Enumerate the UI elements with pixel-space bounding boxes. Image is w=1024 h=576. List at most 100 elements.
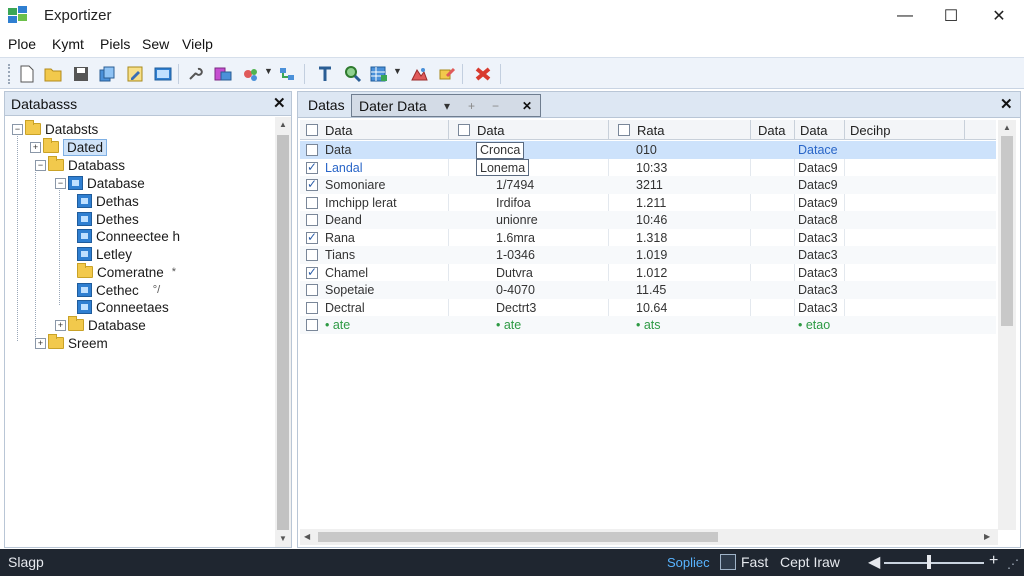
menu-edit[interactable]: Kymt xyxy=(52,36,84,52)
status-selection[interactable]: Sopliec xyxy=(667,555,710,570)
scroll-up-icon[interactable]: ▲ xyxy=(1003,123,1011,132)
table-cell[interactable]: Lonema xyxy=(476,159,530,176)
table-cell[interactable]: Datac3 xyxy=(798,247,838,263)
tab-add-icon[interactable]: + xyxy=(468,99,475,113)
table-cell[interactable]: Dectrt3 xyxy=(496,300,536,316)
table-cell[interactable]: 1.318 xyxy=(636,230,667,246)
resize-grip-icon[interactable]: ⋰ xyxy=(1007,557,1019,571)
table-cell[interactable]: Cronca xyxy=(476,141,525,159)
tab-remove-icon[interactable]: − xyxy=(492,99,499,113)
menu-file[interactable]: Ploe xyxy=(8,36,36,52)
row-checkbox[interactable] xyxy=(306,284,318,296)
column-header[interactable]: Rata xyxy=(618,122,664,138)
table-cell[interactable]: • ate xyxy=(306,317,350,333)
tree-scroll-thumb[interactable] xyxy=(277,135,289,530)
search-icon[interactable] xyxy=(342,63,364,85)
new-icon[interactable] xyxy=(16,63,38,85)
table-dropdown-icon[interactable]: ▼ xyxy=(393,66,402,76)
tree-item[interactable]: Conneetaes xyxy=(77,298,169,316)
zoom-slider-thumb[interactable] xyxy=(927,555,931,569)
table-cell[interactable]: Datac3 xyxy=(798,265,838,281)
tree-item[interactable]: Letley xyxy=(77,245,132,263)
menu-fields[interactable]: Piels xyxy=(100,36,130,52)
image-icon[interactable] xyxy=(152,63,174,85)
zoom-out-button[interactable]: ◀ xyxy=(868,552,880,572)
maximize-button[interactable]: ☐ xyxy=(928,0,974,32)
cell-text[interactable]: Cronca xyxy=(476,141,525,159)
table-cell[interactable]: Irdifoa xyxy=(496,195,531,211)
table-cell[interactable]: Data xyxy=(306,142,351,158)
table-cell[interactable]: 1.012 xyxy=(636,265,667,281)
table-cell[interactable]: 10.64 xyxy=(636,300,667,316)
table-cell[interactable]: Datac3 xyxy=(798,282,838,298)
tree-item[interactable]: − Databsts xyxy=(12,120,98,138)
tree-scrollbar[interactable]: ▲ ▼ xyxy=(275,117,291,547)
table-icon[interactable] xyxy=(368,63,390,85)
settings-dropdown-icon[interactable]: ▼ xyxy=(264,66,273,76)
table-cell[interactable]: Rana xyxy=(306,230,355,246)
menu-view[interactable]: Sew xyxy=(142,36,169,52)
header-checkbox[interactable] xyxy=(618,124,630,136)
copy-icon[interactable] xyxy=(96,63,118,85)
open-icon[interactable] xyxy=(42,63,64,85)
table-cell[interactable]: 0-4070 xyxy=(496,282,535,298)
tree-item[interactable]: + Dated xyxy=(30,138,108,156)
text-icon[interactable] xyxy=(314,63,336,85)
table-cell[interactable]: Imchipp lerat xyxy=(306,195,397,211)
cell-text[interactable]: Lonema xyxy=(476,159,530,176)
column-header[interactable]: Data xyxy=(758,122,785,138)
row-checkbox[interactable] xyxy=(306,319,318,331)
tab-dater-data[interactable]: Dater Data ▾ + − ✕ xyxy=(351,94,541,117)
minimize-button[interactable]: — xyxy=(882,0,928,32)
column-divider[interactable] xyxy=(794,120,795,140)
table-cell[interactable]: Datac3 xyxy=(798,300,838,316)
collapse-toggle[interactable]: − xyxy=(35,159,46,171)
network-icon[interactable] xyxy=(276,63,298,85)
row-checkbox[interactable] xyxy=(306,160,318,174)
row-checkbox[interactable] xyxy=(306,249,318,261)
table-cell[interactable]: Datace xyxy=(798,142,838,158)
table-cell[interactable]: Datac9 xyxy=(798,160,838,176)
grid-horizontal-scroll-thumb[interactable] xyxy=(318,532,718,542)
table-cell[interactable]: Datac8 xyxy=(798,212,838,228)
export-icon[interactable] xyxy=(212,63,234,85)
table-cell[interactable]: 11.45 xyxy=(636,282,666,298)
table-row[interactable]: Sopetaie 0-4070 11.45 Datac3 xyxy=(300,281,996,299)
table-cell[interactable]: Datac3 xyxy=(798,230,838,246)
expand-toggle[interactable]: + xyxy=(35,337,46,349)
table-cell[interactable]: 1-0346 xyxy=(496,247,535,263)
row-checkbox[interactable] xyxy=(306,214,318,226)
table-cell[interactable]: Landal xyxy=(306,160,363,176)
table-cell[interactable]: Somoniare xyxy=(306,177,385,193)
tree-item[interactable]: − Database xyxy=(55,174,145,192)
wrench-icon[interactable] xyxy=(184,63,206,85)
toolbar-grip[interactable] xyxy=(8,64,11,84)
tab-close-icon[interactable]: ✕ xyxy=(522,99,532,113)
expand-toggle[interactable]: + xyxy=(55,319,66,331)
table-cell[interactable]: Datac9 xyxy=(798,195,838,211)
table-cell[interactable]: 10:46 xyxy=(636,212,667,228)
table-row[interactable]: Tians 1-0346 1.019 Datac3 xyxy=(300,246,996,264)
table-row[interactable]: Rana 1.6mra 1.318 Datac3 xyxy=(300,229,996,247)
row-checkbox[interactable] xyxy=(306,144,318,156)
menu-help[interactable]: Vielp xyxy=(182,36,213,52)
table-cell[interactable]: 1.211 xyxy=(636,195,666,211)
settings-icon[interactable] xyxy=(240,63,262,85)
grid-vertical-scroll-thumb[interactable] xyxy=(1001,136,1013,326)
scroll-up-icon[interactable]: ▲ xyxy=(279,120,287,129)
tree-item[interactable]: Cethec °/ xyxy=(77,281,160,299)
row-checkbox[interactable] xyxy=(306,196,318,209)
table-row[interactable]: Somoniare 1/7494 3211 Datac9 xyxy=(300,176,996,194)
status-mode[interactable]: Fast xyxy=(741,554,768,570)
database-panel-close-button[interactable]: ✕ xyxy=(273,94,286,112)
column-header[interactable]: Decihp xyxy=(850,122,890,138)
zoom-in-button[interactable]: + xyxy=(989,552,998,570)
table-cell[interactable]: • ate xyxy=(496,317,521,333)
table-cell[interactable]: Sopetaie xyxy=(306,282,374,298)
table-cell[interactable]: 10:33 xyxy=(636,160,667,176)
tree-item[interactable]: + Sreem xyxy=(35,334,108,352)
table-cell[interactable]: Dutvra xyxy=(496,265,533,281)
table-cell[interactable]: 1.019 xyxy=(636,247,667,263)
close-window-button[interactable]: ✕ xyxy=(976,0,1022,32)
table-row[interactable]: Deand unionre 10:46 Datac8 xyxy=(300,211,996,229)
